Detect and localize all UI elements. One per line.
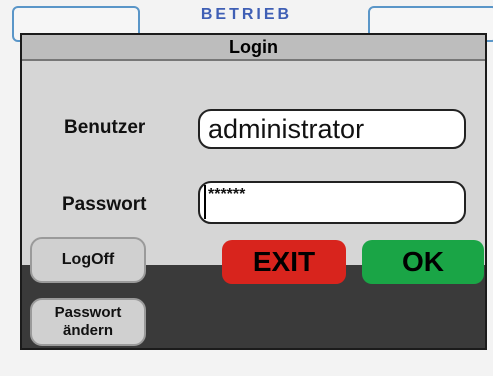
user-field-value: administrator (208, 114, 365, 144)
background-bottom-strip (0, 352, 493, 376)
exit-label: EXIT (252, 246, 316, 277)
logoff-label: LogOff (61, 251, 115, 268)
password-field[interactable]: ****** (198, 181, 466, 224)
login-form: Benutzer administrator Passwort ****** (22, 61, 485, 265)
logoff-button[interactable]: LogOff (30, 237, 146, 283)
user-field[interactable]: administrator (198, 109, 466, 149)
login-dialog: Login Benutzer administrator Passwort **… (20, 33, 487, 350)
ok-label: OK (402, 246, 444, 277)
password-field-value: ****** (208, 186, 246, 203)
change-password-label-line2: ändern (62, 322, 113, 339)
user-label: Benutzer (64, 117, 146, 138)
text-caret (204, 185, 206, 219)
dialog-title: Login (22, 35, 485, 61)
ok-button[interactable]: OK (362, 240, 484, 284)
change-password-button[interactable]: Passwort ändern (30, 298, 146, 346)
password-label: Passwort (62, 194, 147, 215)
exit-button[interactable]: EXIT (222, 240, 346, 284)
change-password-label-line1: Passwort (54, 304, 122, 321)
